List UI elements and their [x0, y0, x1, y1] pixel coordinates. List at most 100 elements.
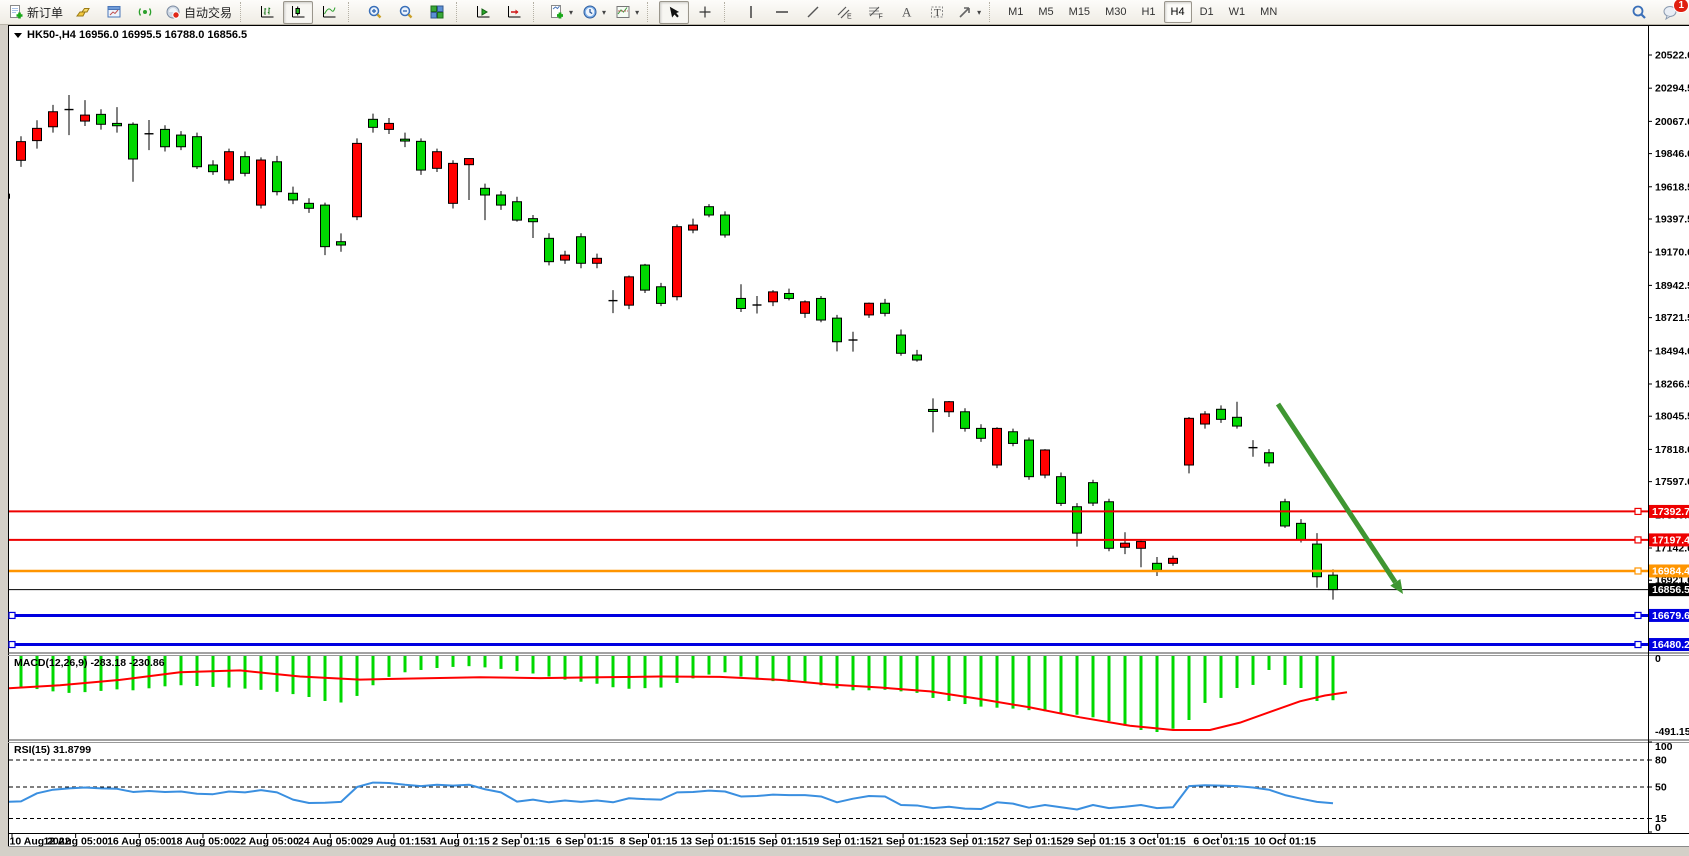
new-order-button[interactable]: 新订单	[4, 1, 67, 24]
timeframe-button-d1[interactable]: D1	[1193, 1, 1221, 23]
bearish-candle	[193, 137, 202, 167]
zoom-out-button[interactable]	[391, 1, 421, 24]
price-tick-label: 17597.0	[1655, 476, 1689, 488]
bearish-candle	[1265, 453, 1274, 463]
timeframe-button-m15[interactable]: M15	[1062, 1, 1097, 23]
svg-text:T: T	[934, 7, 941, 19]
bullish-candle	[17, 142, 26, 161]
bullish-candle	[81, 115, 90, 121]
bullish-candle	[1137, 542, 1146, 549]
line-handle[interactable]	[9, 642, 15, 648]
timeframe-button-m30[interactable]: M30	[1098, 1, 1133, 23]
signal-icon	[137, 4, 153, 20]
line-handle[interactable]	[1635, 508, 1641, 514]
template-button[interactable]: ▾	[611, 1, 643, 24]
price-tick-label: 20294.5	[1655, 83, 1689, 95]
trendline-icon	[805, 4, 821, 20]
line-handle[interactable]	[1635, 612, 1641, 618]
channel-button[interactable]: E	[829, 1, 859, 24]
time-axis-label: 10 Oct 01:15	[1254, 836, 1316, 848]
vertical-line-button[interactable]	[736, 1, 766, 24]
timeframe-button-h4[interactable]: H4	[1164, 1, 1192, 23]
period-button[interactable]: ▾	[578, 1, 610, 24]
bar-chart-button[interactable]	[252, 1, 282, 24]
bullish-candle	[49, 112, 58, 127]
text-label-icon: T	[929, 4, 945, 20]
crosshair-button[interactable]	[690, 1, 720, 24]
chart-shift-button[interactable]	[499, 1, 529, 24]
bearish-candle	[321, 205, 330, 247]
time-axis[interactable]: 10 Aug 202212 Aug 05:0016 Aug 05:0018 Au…	[10, 834, 1317, 848]
search-button[interactable]	[1624, 1, 1654, 24]
timeframe-button-m5[interactable]: M5	[1031, 1, 1060, 23]
bullish-candle	[689, 225, 698, 230]
bearish-candle	[833, 318, 842, 342]
horizontal-line-icon	[774, 4, 790, 20]
text-icon: A	[898, 4, 914, 20]
price-tick-label: 19397.5	[1655, 214, 1689, 226]
rsi-label: RSI(15) 31.8799	[14, 744, 91, 756]
time-axis-label: 23 Sep 01:15	[935, 836, 999, 848]
bearish-candle	[1297, 523, 1306, 540]
axis-price-badge-label: 16679.6	[1652, 610, 1689, 622]
toolbar-separator	[348, 2, 356, 22]
timeframe-button-h1[interactable]: H1	[1134, 1, 1162, 23]
macd-min-label: -491.15	[1655, 726, 1689, 738]
notifications-button[interactable]: 1	[1655, 1, 1685, 24]
text-button[interactable]: A	[891, 1, 921, 24]
toolbar-separator	[240, 2, 248, 22]
signal-button[interactable]	[130, 1, 160, 24]
new-chart-button[interactable]: ▾	[545, 1, 577, 24]
line-handle[interactable]	[1635, 642, 1641, 648]
trendline-button[interactable]	[798, 1, 828, 24]
time-axis-label: 12 Aug 05:00	[43, 836, 108, 848]
trading-terminal-window: 新订单自动交易▾▾▾EFAT▾M1M5M15M30H1H4D1W1MN1 205…	[0, 0, 1689, 856]
rsi-axis-label: 80	[1655, 755, 1667, 767]
macd-label: MACD(12,26,9) -283.18 -230.86	[14, 657, 165, 669]
chart-shift-icon	[506, 4, 522, 20]
line-chart-button[interactable]	[314, 1, 344, 24]
axis-price-badge-label: 16480.2	[1652, 639, 1689, 651]
price-tick-label: 18494.0	[1655, 345, 1689, 357]
bullish-candle	[465, 159, 474, 165]
bearish-candle	[529, 219, 538, 222]
line-handle[interactable]	[9, 612, 15, 618]
chart-title: HK50-,H4 16956.0 16995.5 16788.0 16856.5	[27, 29, 247, 41]
gold-button[interactable]	[68, 1, 98, 24]
bullish-candle	[561, 255, 570, 260]
line-chart-icon	[321, 4, 337, 20]
time-axis-label: 19 Sep 01:15	[808, 836, 872, 848]
tile-windows-button[interactable]	[422, 1, 452, 24]
timeframe-button-m1[interactable]: M1	[1001, 1, 1030, 23]
rsi-axis-label: 50	[1655, 782, 1667, 794]
horizontal-line-button[interactable]	[767, 1, 797, 24]
zoom-in-button[interactable]	[360, 1, 390, 24]
bearish-candle	[241, 157, 250, 174]
time-axis-label: 13 Sep 01:15	[680, 836, 744, 848]
bearish-candle	[641, 265, 650, 290]
bearish-candle	[481, 188, 490, 195]
zoom-out-icon	[398, 4, 414, 20]
time-axis-label: 6 Sep 01:15	[556, 836, 614, 848]
macd-zero-label: 0	[1655, 653, 1661, 665]
chart-forward-button[interactable]	[468, 1, 498, 24]
time-axis-label: 18 Aug 05:00	[171, 836, 236, 848]
timeframe-button-mn[interactable]: MN	[1253, 1, 1284, 23]
chart-area[interactable]: 20522.020294.520067.019846.019618.519397…	[0, 25, 1689, 856]
shapes-button[interactable]: ▾	[953, 1, 985, 24]
bullish-candle	[353, 143, 362, 216]
charts-window-button[interactable]	[99, 1, 129, 24]
auto-trading-button[interactable]: 自动交易	[161, 1, 236, 24]
bullish-candle	[1121, 543, 1130, 547]
cursor-button[interactable]	[659, 1, 689, 24]
line-handle[interactable]	[1635, 568, 1641, 574]
cursor-icon	[666, 4, 682, 20]
toolbar-separator	[456, 2, 464, 22]
bearish-candle	[337, 242, 346, 245]
timeframe-button-w1[interactable]: W1	[1222, 1, 1253, 23]
axis-price-badge-label: 16984.4	[1652, 565, 1689, 577]
candlestick-chart-button[interactable]	[283, 1, 313, 24]
fibonacci-button[interactable]: F	[860, 1, 890, 24]
text-label-button[interactable]: T	[922, 1, 952, 24]
line-handle[interactable]	[1635, 537, 1641, 543]
